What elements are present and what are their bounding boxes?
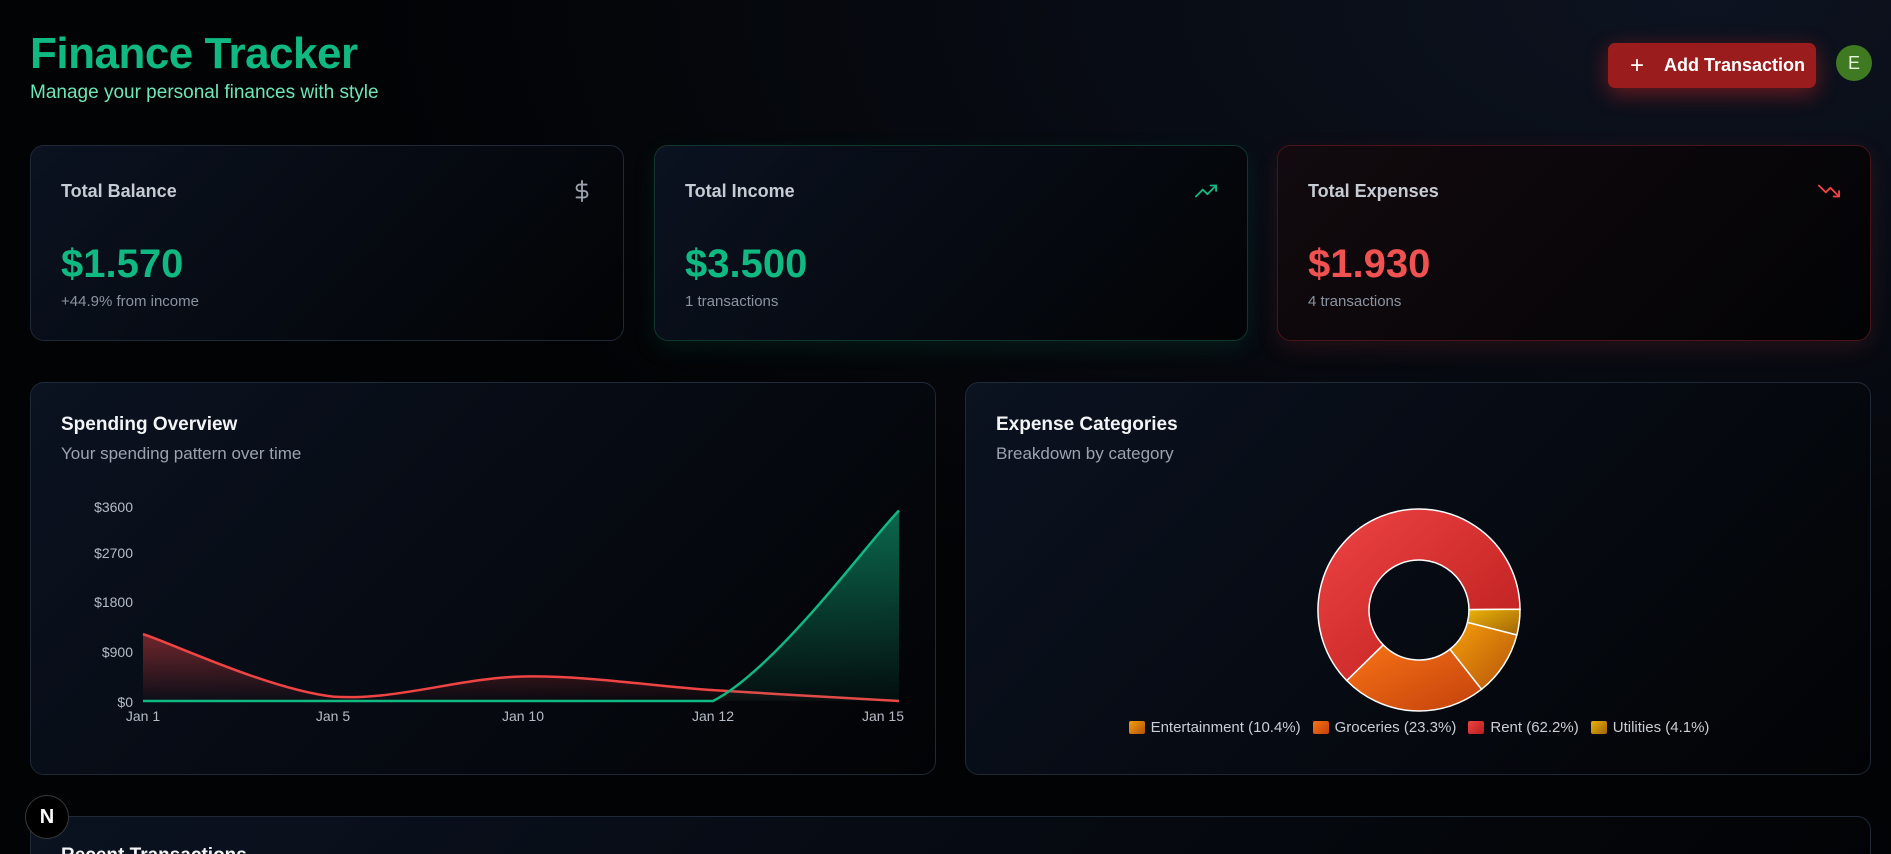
total-balance-note: +44.9% from income <box>61 293 199 310</box>
x-tick-label: Jan 5 <box>316 708 350 724</box>
next-badge-button[interactable]: N <box>25 795 69 839</box>
recent-transactions-panel: Recent Transactions <box>30 816 1871 854</box>
spending-overview-panel: Spending Overview Your spending pattern … <box>30 382 936 775</box>
expense-legend: Entertainment (10.4%) Groceries (23.3%) Re… <box>966 719 1872 736</box>
y-tick-label: $900 <box>102 644 133 660</box>
total-balance-label: Total Balance <box>61 181 177 201</box>
total-income-label: Total Income <box>685 181 795 201</box>
total-income-card: Total Income $3.500 1 transactions <box>654 145 1248 341</box>
total-income-note: 1 transactions <box>685 293 779 310</box>
legend-label: Utilities (4.1%) <box>1612 719 1710 736</box>
add-transaction-button[interactable]: + Add Transaction <box>1608 43 1816 88</box>
expense-categories-panel: Expense Categories Breakdown by category… <box>965 382 1871 775</box>
legend-label: Entertainment (10.4%) <box>1150 719 1301 736</box>
total-balance-value: $1.570 <box>61 242 184 286</box>
y-tick-label: $1800 <box>94 594 133 610</box>
dollar-icon <box>575 180 589 202</box>
y-tick-label: $2700 <box>94 545 133 561</box>
total-expenses-note: 4 transactions <box>1308 293 1402 310</box>
y-tick-label: $3600 <box>94 499 133 515</box>
legend-swatch <box>1468 721 1485 734</box>
legend-item-groceries[interactable]: Groceries (23.3%) <box>1312 719 1457 736</box>
legend-swatch <box>1128 721 1145 734</box>
page-header: Finance Tracker Manage your personal fin… <box>30 28 379 104</box>
plus-icon: + <box>1630 51 1645 79</box>
page-subtitle: Manage your personal finances with style <box>30 82 379 103</box>
recent-transactions-title: Recent Transactions <box>61 845 247 854</box>
legend-label: Groceries (23.3%) <box>1334 719 1457 736</box>
legend-label: Rent (62.2%) <box>1490 719 1579 736</box>
x-tick-label: Jan 12 <box>692 708 734 724</box>
add-transaction-label: Add Transaction <box>1664 55 1806 75</box>
total-balance-card: Total Balance $1.570 +44.9% from income <box>30 145 624 341</box>
expense-donut-chart <box>1317 508 1521 712</box>
legend-swatch <box>1312 721 1329 734</box>
total-expenses-label: Total Expenses <box>1308 181 1439 201</box>
total-expenses-card: Total Expenses $1.930 4 transactions <box>1277 145 1871 341</box>
x-tick-label: Jan 10 <box>502 708 544 724</box>
total-expenses-value: $1.930 <box>1308 242 1431 286</box>
income-series-area <box>143 510 899 701</box>
spending-area-chart: $0$900$1800$2700$3600 Jan 1 Jan 5 Jan 10 Ja… <box>94 499 904 724</box>
avatar[interactable]: E <box>1836 45 1872 81</box>
trending-down-icon <box>1818 184 1840 198</box>
legend-item-rent[interactable]: Rent (62.2%) <box>1468 719 1579 736</box>
legend-item-entertainment[interactable]: Entertainment (10.4%) <box>1128 719 1301 736</box>
legend-item-utilities[interactable]: Utilities (4.1%) <box>1590 719 1710 736</box>
trending-up-icon <box>1195 184 1217 198</box>
x-tick-label: Jan 1 <box>126 708 160 724</box>
total-income-value: $3.500 <box>685 242 808 286</box>
x-tick-label: Jan 15 <box>862 708 904 724</box>
legend-swatch <box>1590 721 1607 734</box>
page-title: Finance Tracker <box>30 29 358 78</box>
